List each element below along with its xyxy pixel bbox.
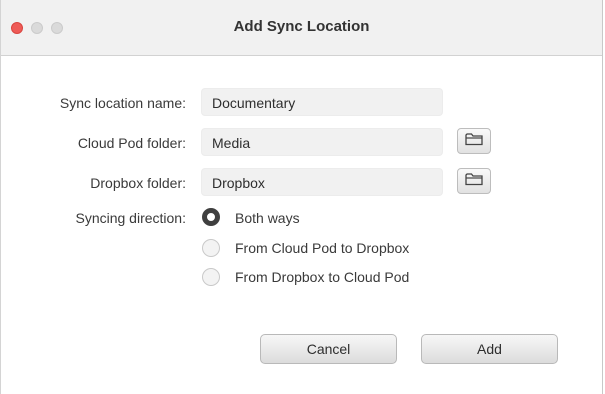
dropbox-folder-label: Dropbox folder: xyxy=(90,175,186,191)
cloud-pod-folder-input[interactable]: Media xyxy=(201,128,443,156)
add-button[interactable]: Add xyxy=(421,334,558,364)
radio-dropbox-to-cloud-label[interactable]: From Dropbox to Cloud Pod xyxy=(235,269,409,285)
dropbox-folder-browse-button[interactable] xyxy=(457,168,491,194)
title-bar: Add Sync Location xyxy=(1,0,602,56)
cloud-pod-folder-browse-button[interactable] xyxy=(457,128,491,154)
folder-icon xyxy=(465,132,483,151)
dropbox-folder-input[interactable]: Dropbox xyxy=(201,168,443,196)
radio-both-ways-label[interactable]: Both ways xyxy=(235,210,300,226)
window-title: Add Sync Location xyxy=(233,18,370,35)
sync-location-name-label: Sync location name: xyxy=(59,95,186,111)
cloud-pod-folder-label: Cloud Pod folder: xyxy=(77,135,186,151)
radio-dropbox-to-cloud[interactable] xyxy=(202,268,220,286)
sync-location-name-input[interactable]: Documentary xyxy=(201,88,443,116)
radio-both-ways[interactable] xyxy=(202,208,220,226)
folder-icon xyxy=(465,172,483,191)
cancel-button[interactable]: Cancel xyxy=(260,334,397,364)
radio-cloud-to-dropbox-label[interactable]: From Cloud Pod to Dropbox xyxy=(235,240,409,256)
add-sync-location-dialog: Add Sync Location Sync location name: Do… xyxy=(0,0,603,394)
radio-cloud-to-dropbox[interactable] xyxy=(202,239,220,257)
syncing-direction-label: Syncing direction: xyxy=(75,210,186,226)
